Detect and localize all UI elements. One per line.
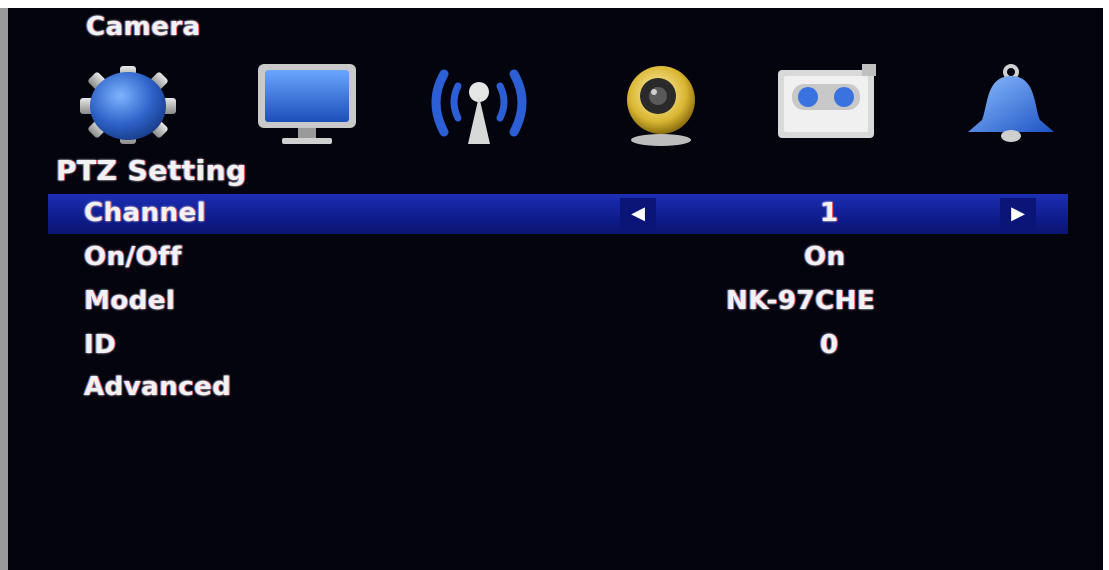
osd-screen: Camera PTZ Setting Channel ◀ 1 ▶ On/Off … <box>8 8 1103 570</box>
network-antenna-icon[interactable] <box>424 62 534 148</box>
channel-next-arrow-icon[interactable]: ▶ <box>1000 198 1036 230</box>
channel-prev-arrow-icon[interactable]: ◀ <box>620 198 656 230</box>
channel-value: 1 <box>820 198 839 228</box>
recording-tape-icon[interactable] <box>772 62 882 148</box>
left-bezel <box>0 8 8 570</box>
alarm-bell-icon[interactable] <box>956 62 1066 148</box>
display-monitor-icon[interactable] <box>252 62 362 148</box>
advanced-label[interactable]: Advanced <box>84 372 231 402</box>
onoff-label[interactable]: On/Off <box>84 242 182 272</box>
model-label[interactable]: Model <box>84 286 175 316</box>
webcam-icon[interactable] <box>606 62 716 148</box>
section-title: PTZ Setting <box>56 154 247 187</box>
id-label[interactable]: ID <box>84 330 116 360</box>
menu-title: Camera <box>86 12 201 42</box>
model-value: NK-97CHE <box>726 286 876 316</box>
onoff-value: On <box>804 242 846 272</box>
system-gear-icon[interactable] <box>72 62 182 148</box>
channel-label: Channel <box>84 198 207 228</box>
id-value: 0 <box>820 330 839 360</box>
